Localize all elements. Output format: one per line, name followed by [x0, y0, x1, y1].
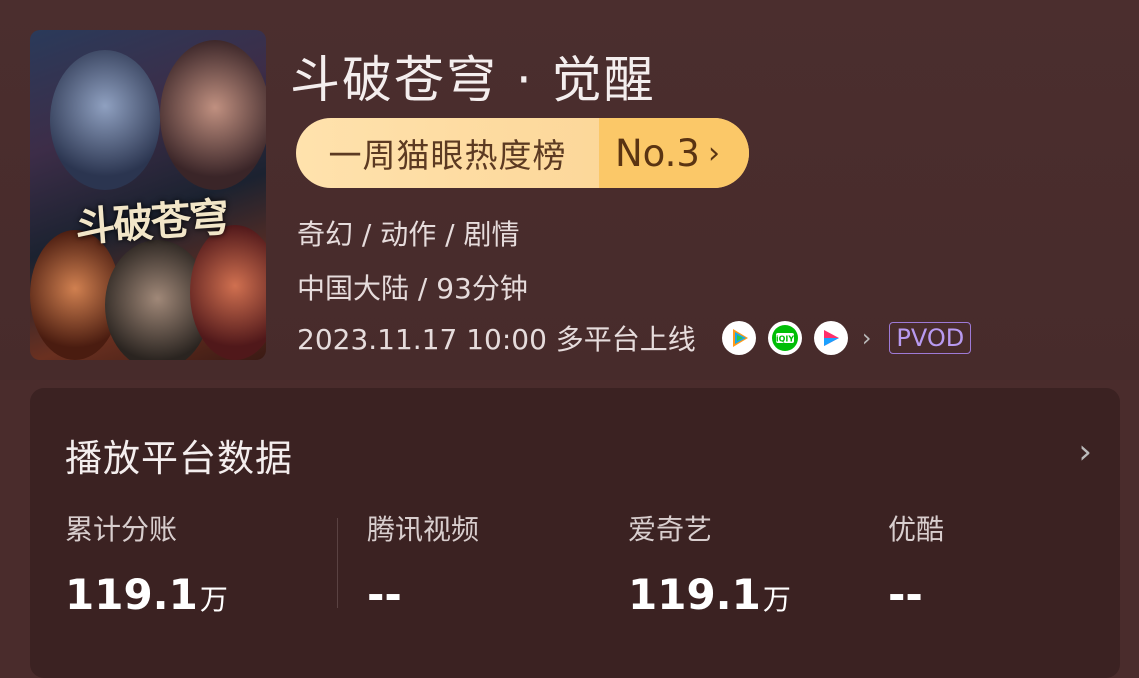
stat-tencent-video: 腾讯视频 -- [367, 508, 479, 619]
movie-poster[interactable]: 斗破苍穹 [30, 30, 266, 360]
poster-title-logo: 斗破苍穹 [73, 193, 229, 252]
ranking-number: No.3 [615, 131, 700, 175]
stat-value: 119.1万 [628, 570, 791, 619]
stat-total-share: 累计分账 119.1万 [65, 508, 228, 619]
release-info: 2023.11.17 10:00 多平台上线 [297, 323, 696, 356]
stat-label: 优酷 [888, 513, 945, 546]
svg-text:iQIY: iQIY [776, 335, 795, 344]
stat-value: -- [888, 570, 923, 619]
chevron-right-icon[interactable]: › [862, 324, 872, 352]
stat-iqiyi: 爱奇艺 119.1万 [628, 508, 791, 619]
iqiyi-icon[interactable]: iQIY [767, 321, 802, 355]
stat-label: 爱奇艺 [628, 513, 713, 546]
stat-value: -- [367, 570, 402, 619]
movie-genres: 奇幻 / 动作 / 剧情 [297, 218, 520, 251]
divider [337, 518, 338, 608]
poster-figure [160, 40, 266, 190]
section-title: 播放平台数据 [65, 437, 293, 480]
youku-icon[interactable] [813, 321, 848, 355]
poster-figure [50, 50, 160, 190]
stat-label: 累计分账 [65, 513, 178, 546]
tencent-video-icon[interactable] [721, 321, 756, 355]
movie-title: 斗破苍穹 · 觉醒 [290, 51, 656, 109]
chevron-right-icon: › [707, 135, 720, 171]
release-row: 2023.11.17 10:00 多平台上线 iQIY › PVOD [297, 318, 972, 358]
stat-label: 腾讯视频 [367, 513, 480, 546]
ranking-label: 一周猫眼热度榜 [328, 136, 567, 175]
platform-data-card: 播放平台数据 › 累计分账 119.1万 腾讯视频 -- 爱奇艺 119.1万 … [30, 388, 1120, 678]
ranking-badge-button[interactable]: 一周猫眼热度榜 No.3 › [296, 118, 749, 188]
stat-youku: 优酷 -- [888, 508, 944, 619]
stat-value: 119.1万 [65, 570, 228, 619]
chevron-right-icon[interactable]: › [1078, 432, 1092, 472]
movie-region-duration: 中国大陆 / 93分钟 [297, 272, 528, 305]
pvod-badge: PVOD [889, 322, 972, 354]
